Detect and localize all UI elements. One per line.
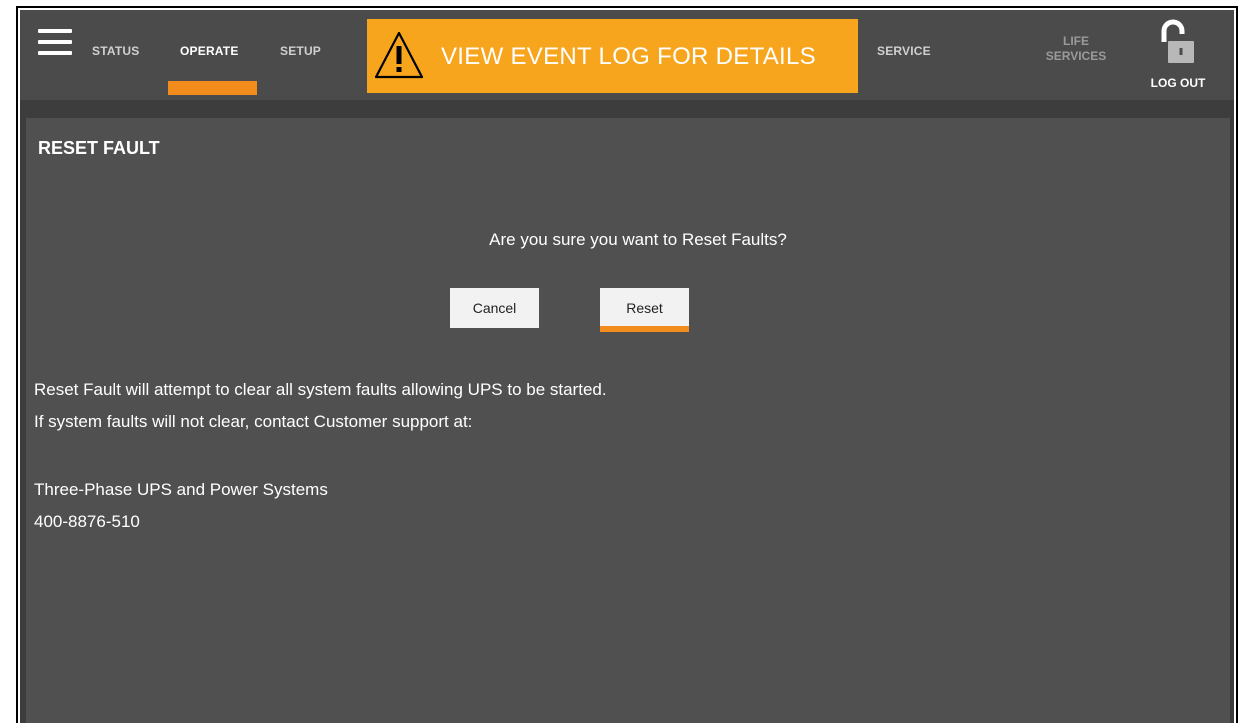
confirmation-question: Are you sure you want to Reset Faults? — [489, 230, 787, 249]
reset-button-focus-indicator — [600, 326, 689, 332]
unlocked-padlock-icon — [1161, 19, 1194, 63]
top-navigation-bar: STATUS OPERATE SETUP VIEW EVENT LOG FOR … — [20, 10, 1234, 100]
active-tab-indicator — [168, 81, 257, 95]
reset-fault-panel: RESET FAULT Are you sure you want to Res… — [26, 118, 1230, 723]
tab-service[interactable]: SERVICE — [877, 44, 931, 58]
logout-label: LOG OUT — [1150, 76, 1206, 90]
info-text-line-1: Reset Fault will attempt to clear all sy… — [34, 380, 607, 399]
life-services-label-line1: LIFE — [1063, 34, 1089, 48]
ups-display-screen: STATUS OPERATE SETUP VIEW EVENT LOG FOR … — [20, 10, 1234, 723]
device-frame: STATUS OPERATE SETUP VIEW EVENT LOG FOR … — [16, 6, 1238, 723]
cancel-button[interactable]: Cancel — [450, 288, 539, 328]
info-text-line-2: If system faults will not clear, contact… — [34, 412, 473, 431]
tab-life-services[interactable]: LIFE SERVICES — [1035, 34, 1117, 64]
contact-name: Three-Phase UPS and Power Systems — [34, 480, 328, 499]
life-services-label-line2: SERVICES — [1045, 49, 1107, 63]
tab-setup[interactable]: SETUP — [280, 44, 321, 58]
logout-button[interactable]: LOG OUT — [1150, 18, 1206, 96]
tab-operate[interactable]: OPERATE — [180, 44, 239, 58]
reset-button-label: Reset — [626, 300, 663, 316]
alert-message: VIEW EVENT LOG FOR DETAILS — [441, 43, 816, 70]
hamburger-menu-icon[interactable] — [38, 29, 72, 55]
tab-status[interactable]: STATUS — [92, 44, 139, 58]
reset-button[interactable]: Reset — [600, 288, 689, 332]
event-log-alert-banner[interactable]: VIEW EVENT LOG FOR DETAILS — [367, 19, 858, 93]
warning-triangle-icon — [374, 31, 424, 79]
page-title: RESET FAULT — [38, 138, 160, 158]
contact-phone: 400-8876-510 — [34, 512, 140, 531]
